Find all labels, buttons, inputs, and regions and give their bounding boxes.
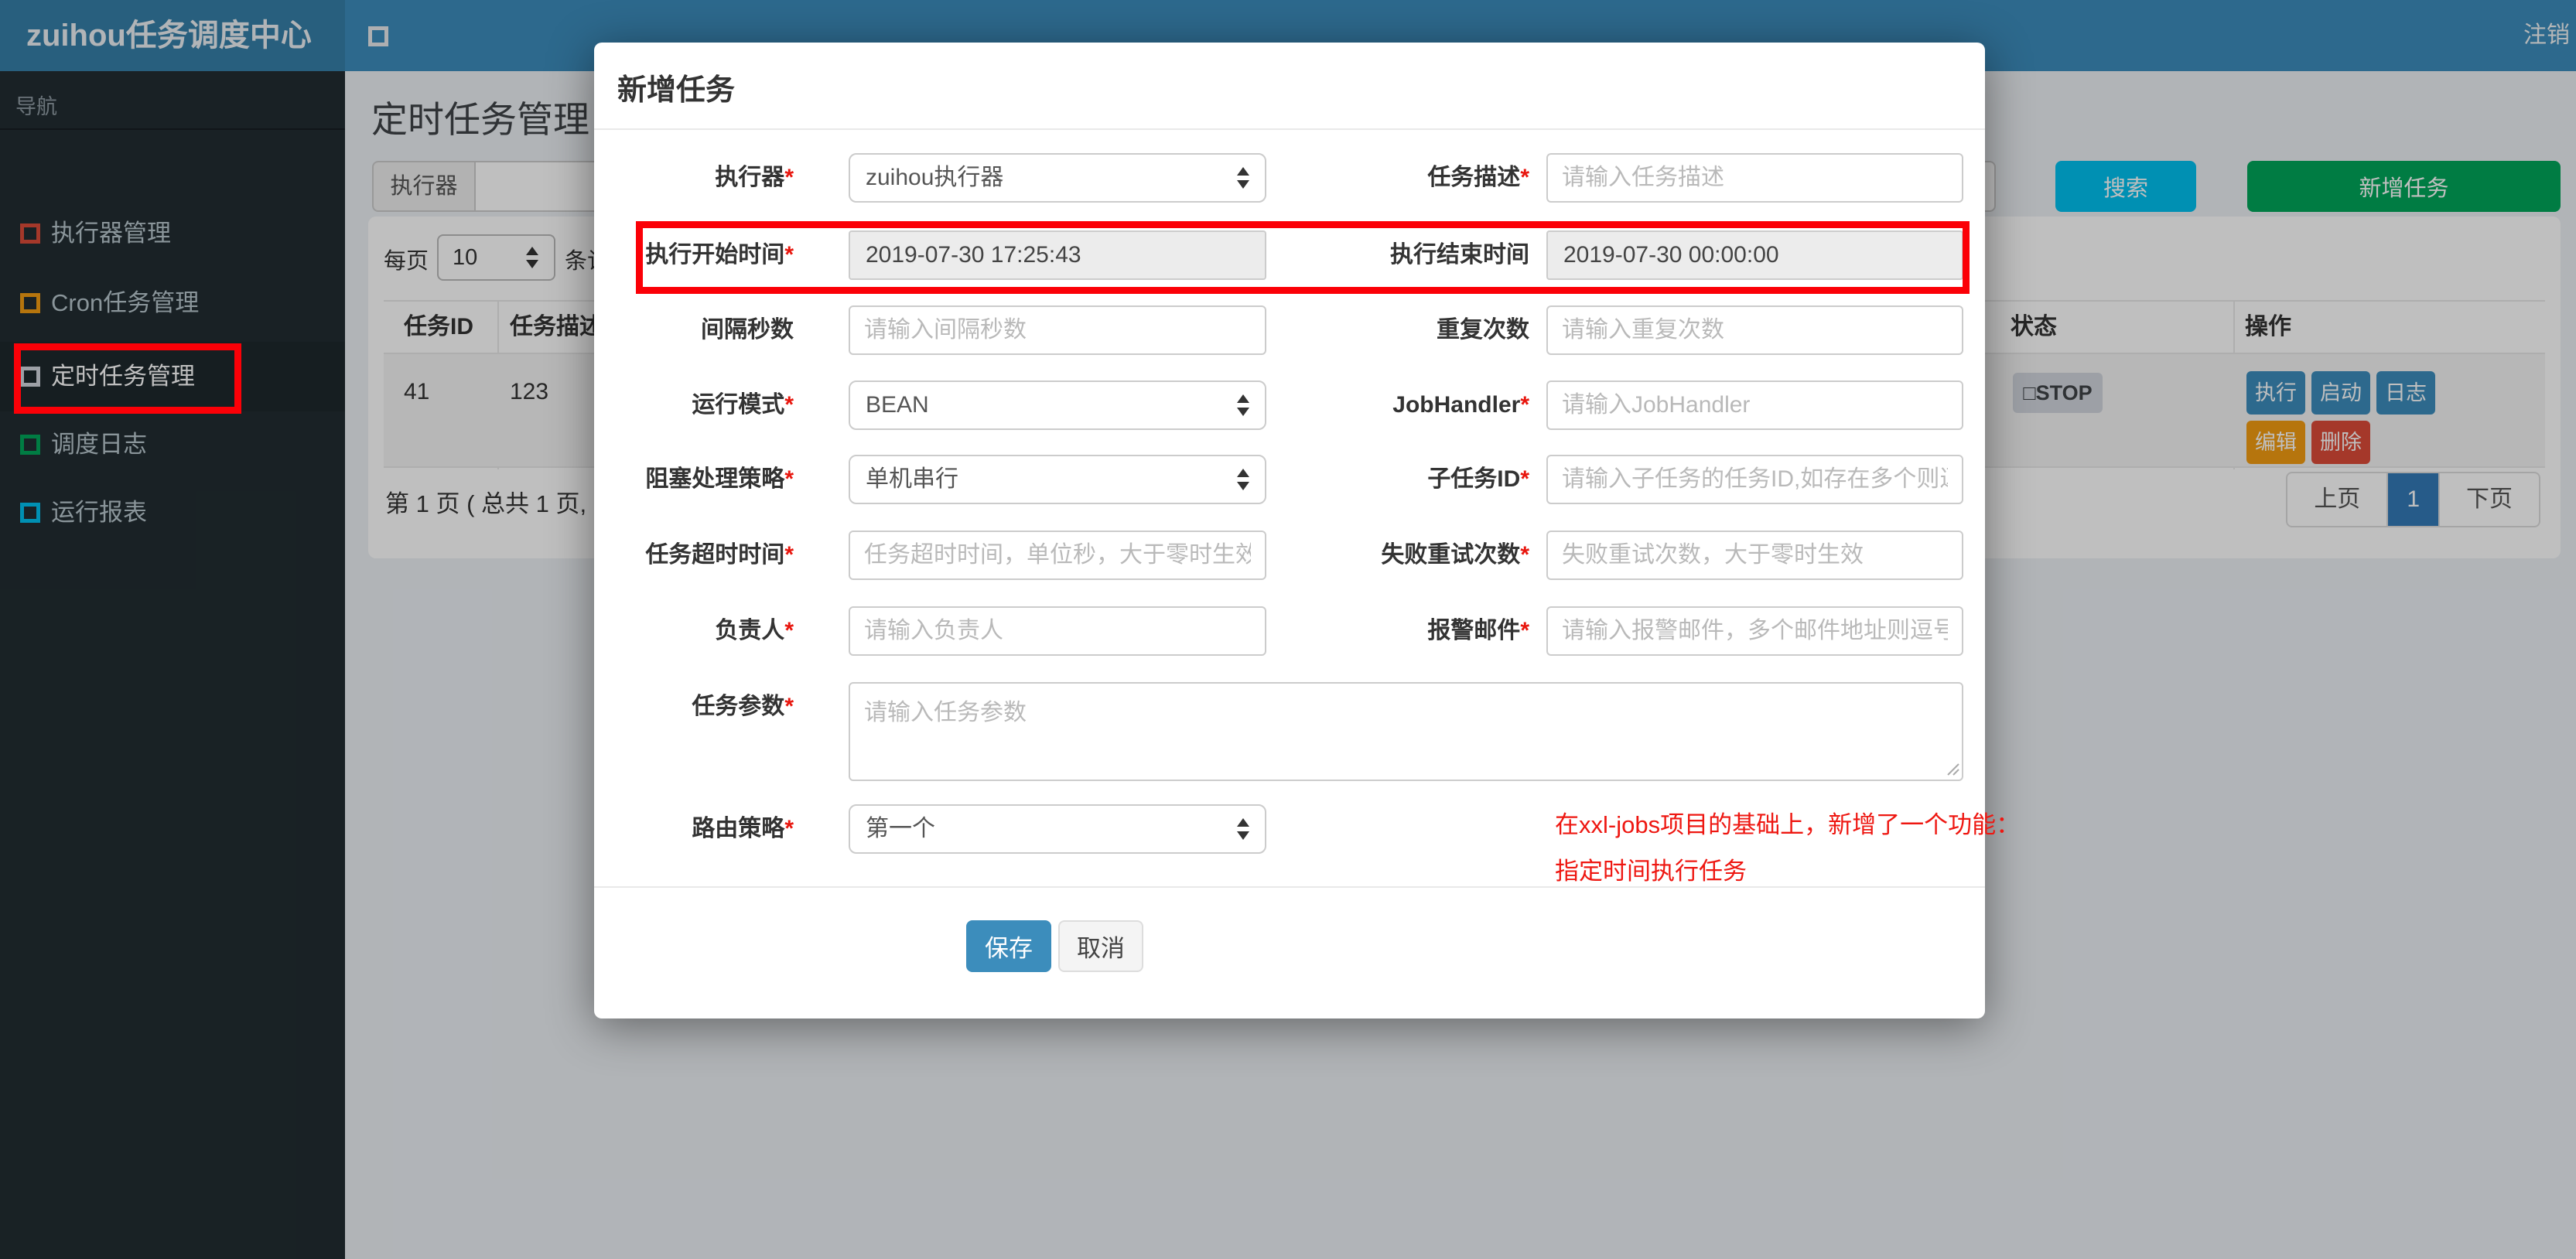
child-task-id-input[interactable]: [1546, 455, 1963, 504]
run-mode-label: 运行模式*: [692, 392, 794, 418]
form-row-block-strategy: 阻塞处理策略* 单机串行 子任务ID*: [594, 455, 1985, 504]
retry-count-input[interactable]: [1546, 531, 1963, 580]
form-row-timeout: 任务超时时间* 失败重试次数*: [594, 531, 1985, 580]
owner-label: 负责人*: [715, 618, 794, 643]
task-desc-input[interactable]: [1546, 153, 1963, 203]
select-arrows-icon: [1235, 817, 1251, 841]
repeat-count-label: 重复次数: [1437, 317, 1529, 343]
run-mode-select[interactable]: BEAN: [849, 380, 1266, 430]
route-strategy-label: 路由策略*: [692, 816, 794, 841]
form-row-owner: 负责人* 报警邮件*: [594, 606, 1985, 656]
add-task-modal: 新增任务 执行器* zuihou执行器 任务描述* 执行开始时间* 2019-0…: [594, 43, 2021, 1018]
route-strategy-select[interactable]: 第一个: [849, 804, 1266, 854]
modal-header-divider: [594, 128, 1985, 130]
task-params-wrap: [849, 682, 1963, 781]
form-row-interval: 间隔秒数 重复次数: [594, 305, 1985, 355]
repeat-count-input[interactable]: [1546, 305, 1963, 355]
form-row-run-mode: 运行模式* BEAN JobHandler*: [594, 380, 1985, 430]
cancel-button[interactable]: 取消: [1058, 920, 1143, 972]
select-arrows-icon: [1235, 393, 1251, 418]
retry-count-label: 失败重试次数*: [1381, 542, 1529, 568]
form-row-executor: 执行器* zuihou执行器 任务描述*: [594, 153, 1985, 203]
save-button[interactable]: 保存: [966, 920, 1051, 972]
alarm-email-label: 报警邮件*: [1427, 618, 1529, 643]
feature-note-line1: 在xxl-jobs项目的基础上，新增了一个功能：: [1555, 811, 2021, 838]
block-strategy-label: 阻塞处理策略*: [645, 466, 794, 492]
screen: zuihou任务调度中心 注销 导航 执行器管理 Cron任务管理 定时任务管理…: [0, 0, 2576, 1259]
jobhandler-label: JobHandler*: [1392, 392, 1529, 418]
task-desc-label: 任务描述*: [1427, 165, 1529, 190]
annotation-box-sidebar-item: [14, 343, 241, 414]
interval-label: 间隔秒数: [701, 317, 794, 343]
interval-input[interactable]: [849, 305, 1266, 355]
modal-title: 新增任务: [617, 74, 736, 107]
executor-select[interactable]: zuihou执行器: [849, 153, 1266, 203]
timeout-input[interactable]: [849, 531, 1266, 580]
child-task-id-label: 子任务ID*: [1427, 466, 1529, 492]
select-arrows-icon: [1235, 165, 1251, 190]
modal-footer-divider: [594, 886, 1985, 888]
select-arrows-icon: [1235, 467, 1251, 492]
jobhandler-input[interactable]: [1546, 380, 1963, 430]
task-params-label: 任务参数*: [692, 694, 794, 719]
annotation-box-exec-time-row: [636, 221, 1970, 294]
executor-label: 执行器*: [715, 165, 794, 190]
task-params-textarea[interactable]: [849, 682, 1963, 781]
block-strategy-select[interactable]: 单机串行: [849, 455, 1266, 504]
form-row-task-params: 任务参数*: [594, 682, 1985, 781]
feature-note-line2: 指定时间执行任务: [1555, 858, 1747, 885]
alarm-email-input[interactable]: [1546, 606, 1963, 656]
timeout-label: 任务超时时间*: [645, 542, 794, 568]
feature-note-text: 在xxl-jobs项目的基础上，新增了一个功能： 指定时间执行任务: [1555, 802, 2021, 895]
resize-grip-icon[interactable]: [1945, 761, 1960, 776]
owner-input[interactable]: [849, 606, 1266, 656]
